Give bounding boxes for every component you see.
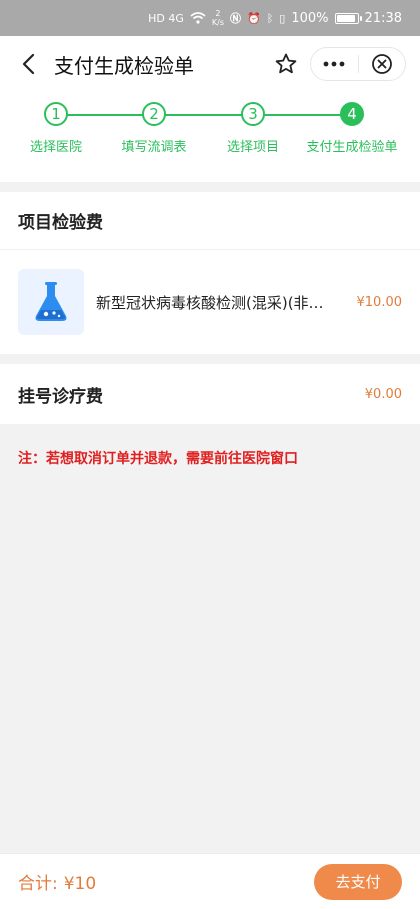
step-1: 1 选择医院: [1, 102, 111, 155]
nav-bar: 支付生成检验单: [0, 36, 420, 92]
flask-icon: [35, 282, 67, 321]
step-2-number: 2: [142, 102, 166, 126]
items-card: 项目检验费 新型冠状病毒核酸检测(混采)(非… ¥10.00: [0, 192, 420, 354]
total-value: ¥10: [63, 874, 97, 894]
pay-button[interactable]: 去支付: [314, 863, 402, 900]
mini-program-capsule: [310, 47, 406, 81]
status-icons: HD 4G 2 K/s Ⓝ ⏰ ᛒ ▯: [148, 9, 285, 27]
step-1-label: 选择医院: [29, 140, 82, 155]
item-name: 新型冠状病毒核酸检测(混采)(非…: [96, 293, 324, 312]
order-total: 合计: ¥10: [18, 869, 314, 894]
item-price: ¥10.00: [356, 294, 403, 310]
nfc-icon: Ⓝ: [229, 12, 241, 25]
chevron-left-icon: [22, 53, 35, 75]
net-speed-value: 2: [215, 9, 221, 18]
step-2: 2 填写流调表: [99, 102, 209, 155]
back-button[interactable]: [16, 52, 40, 76]
clock: 21:38: [364, 10, 402, 26]
registration-title: 挂号诊疗费: [18, 386, 103, 407]
vibrate-icon: ▯: [279, 11, 286, 25]
step-4: 4 支付生成检验单: [297, 102, 407, 155]
star-icon: [275, 53, 297, 74]
progress-steps: 1 选择医院 2 填写流调表 3 选择项目 4 支付生成检验单: [0, 92, 420, 182]
step-3-label: 选择项目: [226, 140, 279, 155]
network-indicator: HD 4G: [148, 11, 184, 25]
more-dots-icon: [323, 61, 345, 67]
close-button[interactable]: [359, 48, 406, 80]
step-2-label: 填写流调表: [121, 140, 187, 155]
battery-percent: 100%: [291, 10, 329, 26]
registration-fee: ¥0.00: [364, 386, 402, 402]
battery-icon: [334, 12, 362, 24]
more-button[interactable]: [311, 48, 358, 80]
page-title: 支付生成检验单: [54, 53, 194, 78]
step-3-number: 3: [241, 102, 265, 126]
favorite-button[interactable]: [272, 50, 300, 78]
item-thumbnail: [18, 269, 84, 335]
alarm-icon: ⏰: [246, 11, 261, 25]
close-circle-icon: [371, 54, 392, 74]
step-4-number: 4: [340, 102, 364, 126]
wifi-icon: [190, 12, 206, 24]
step-4-label: 支付生成检验单: [306, 140, 398, 155]
refund-notice: 注：若想取消订单并退款，需要前往医院窗口: [18, 451, 298, 467]
items-section-title: 项目检验费: [0, 192, 420, 250]
bluetooth-icon: ᛒ: [266, 11, 274, 25]
net-speed-unit: K/s: [211, 18, 224, 27]
test-item-row[interactable]: 新型冠状病毒核酸检测(混采)(非… ¥10.00: [0, 250, 420, 354]
step-1-number: 1: [44, 102, 68, 126]
step-3: 3 选择项目: [198, 102, 308, 155]
registration-fee-row: 挂号诊疗费 ¥0.00: [0, 364, 420, 424]
status-bar: HD 4G 2 K/s Ⓝ ⏰ ᛒ ▯ 100% 21:38: [0, 0, 420, 36]
total-label: 合计:: [18, 874, 58, 894]
net-speed: 2 K/s: [212, 9, 224, 27]
checkout-bar: 合计: ¥10 去支付: [0, 853, 420, 909]
